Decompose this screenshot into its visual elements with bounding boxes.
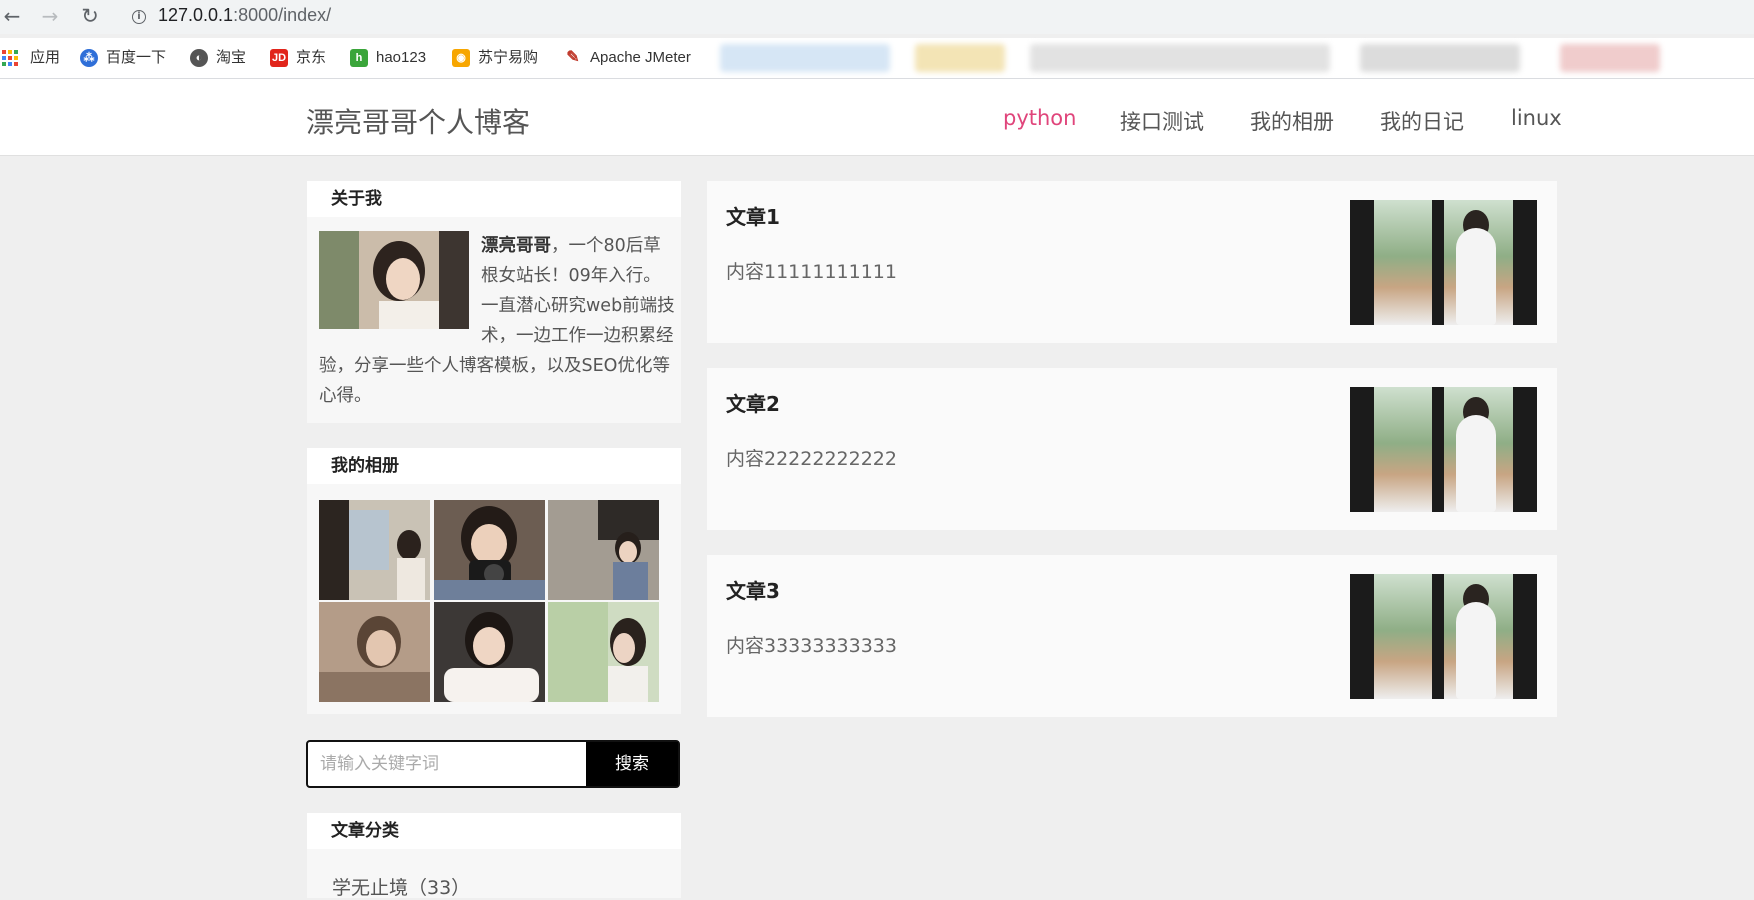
address-bar[interactable]: i 127.0.0.1:8000/index/	[116, 2, 1754, 32]
article-title[interactable]: 文章1	[726, 201, 780, 230]
blurred-bookmark	[1560, 44, 1660, 72]
blurred-bookmark	[915, 44, 1005, 72]
bookmark-suning[interactable]: ◉ 苏宁易购	[452, 47, 538, 69]
album-panel: 我的相册	[307, 448, 681, 714]
gallery-photo[interactable]	[548, 602, 659, 702]
nav-linux[interactable]: linux	[1511, 106, 1562, 130]
category-item[interactable]: 学无止境（33）	[332, 873, 470, 900]
nav-api-testing[interactable]: 接口测试	[1120, 106, 1204, 136]
gallery-photo[interactable]	[434, 500, 545, 600]
nav-my-album[interactable]: 我的相册	[1250, 106, 1334, 136]
gallery-photo[interactable]	[548, 500, 659, 600]
article-thumbnail[interactable]	[1350, 574, 1537, 699]
browser-toolbar: ← → ↻ i 127.0.0.1:8000/index/	[0, 0, 1754, 34]
article-title[interactable]: 文章2	[726, 388, 780, 417]
site-info-icon[interactable]: i	[132, 10, 146, 24]
bookmark-taobao[interactable]: ◐ 淘宝	[190, 47, 246, 69]
blurred-bookmark	[1360, 44, 1520, 72]
search-input[interactable]	[308, 742, 600, 786]
forward-arrow-icon[interactable]: →	[38, 4, 62, 28]
gallery-photo[interactable]	[319, 500, 430, 600]
article-thumbnail[interactable]	[1350, 387, 1537, 512]
article-title[interactable]: 文章3	[726, 575, 780, 604]
hao123-icon: h	[350, 49, 368, 68]
about-heading: 关于我	[307, 181, 681, 217]
article-card[interactable]: 文章3 内容33333333333	[707, 555, 1557, 717]
site-header: 漂亮哥哥个人博客 python 接口测试 我的相册 我的日记 linux	[0, 79, 1754, 156]
article-content: 内容22222222222	[726, 448, 897, 470]
about-panel: 关于我 漂亮哥哥，一个80后草根女站长！09年入行。一直潜心研究web前端技术，…	[307, 181, 681, 423]
article-card[interactable]: 文章2 内容22222222222	[707, 368, 1557, 530]
bookmark-jmeter[interactable]: ✎ Apache JMeter	[564, 47, 691, 69]
about-text: 漂亮哥哥，一个80后草根女站长！09年入行。一直潜心研究web前端技术，一边工作…	[319, 231, 677, 411]
suning-icon: ◉	[452, 49, 470, 68]
blurred-bookmark	[720, 44, 890, 72]
article-thumbnail[interactable]	[1350, 200, 1537, 325]
categories-heading: 文章分类	[307, 813, 681, 849]
bookmark-hao123[interactable]: h hao123	[350, 47, 426, 69]
bookmark-jd[interactable]: JD 京东	[270, 47, 326, 69]
nav-python[interactable]: python	[1003, 106, 1076, 130]
article-content: 内容11111111111	[726, 261, 897, 283]
blurred-bookmark	[1030, 44, 1330, 72]
article-card[interactable]: 文章1 内容11111111111	[707, 181, 1557, 343]
bookmark-apps[interactable]: 应用	[2, 47, 60, 69]
apps-icon	[2, 50, 18, 67]
globe-icon: ◐	[190, 49, 208, 68]
site-title[interactable]: 漂亮哥哥个人博客	[306, 101, 530, 141]
baidu-icon: ⁂	[80, 49, 98, 68]
reload-icon[interactable]: ↻	[78, 4, 102, 28]
jd-icon: JD	[270, 49, 288, 68]
search-box: 搜索	[306, 740, 680, 788]
categories-panel: 文章分类 学无止境（33）	[307, 813, 681, 900]
gallery-photo[interactable]	[434, 602, 545, 702]
nav-my-diary[interactable]: 我的日记	[1380, 106, 1464, 136]
gallery-photo[interactable]	[319, 602, 430, 702]
search-button[interactable]: 搜索	[586, 742, 678, 786]
back-arrow-icon[interactable]: ←	[0, 4, 24, 28]
photo-gallery	[319, 500, 661, 703]
article-content: 内容33333333333	[726, 635, 897, 657]
author-name: 漂亮哥哥	[481, 236, 551, 256]
url-text: 127.0.0.1:8000/index/	[158, 5, 332, 25]
album-heading: 我的相册	[307, 448, 681, 484]
jmeter-icon: ✎	[566, 49, 580, 67]
bookmark-baidu[interactable]: ⁂ 百度一下	[80, 47, 166, 69]
